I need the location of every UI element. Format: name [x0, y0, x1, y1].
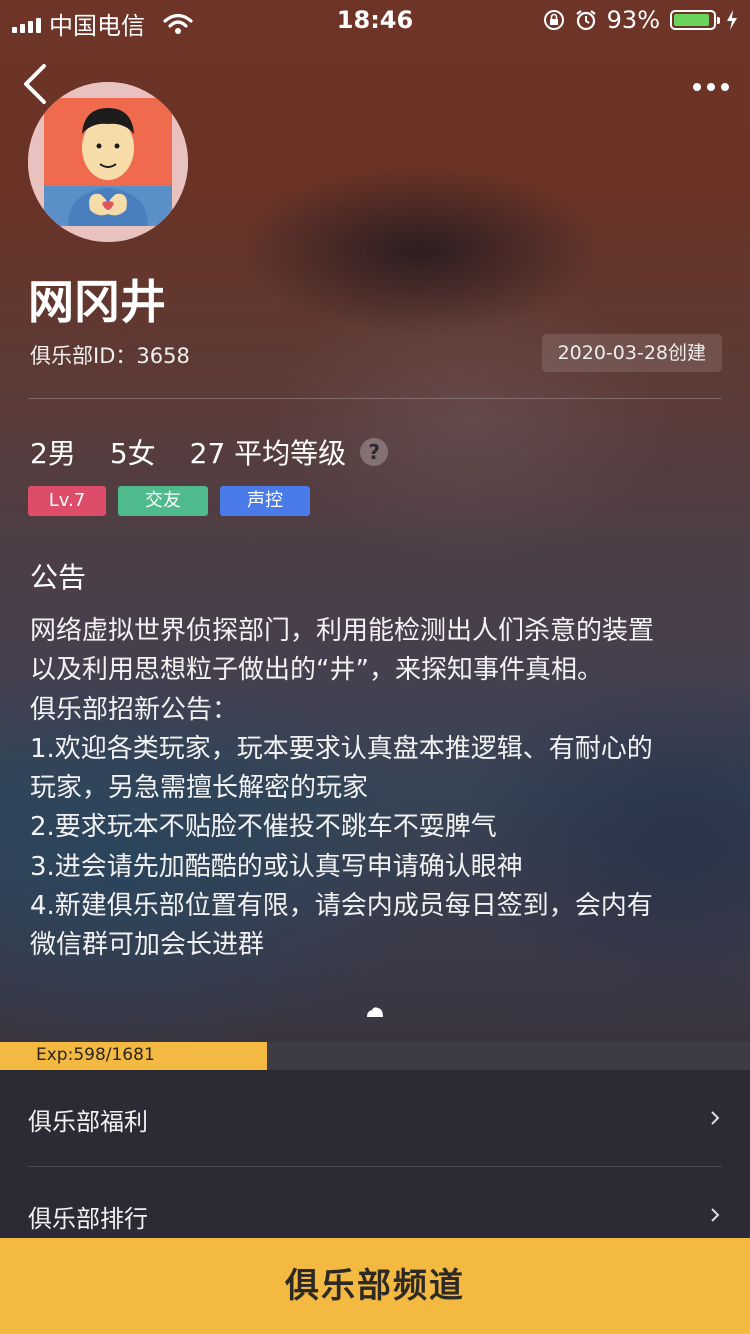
notice-title: 公告 — [30, 561, 87, 594]
menu-item-label: 俱乐部福利 — [28, 1108, 148, 1136]
alarm-icon — [575, 10, 596, 31]
battery-icon — [670, 10, 720, 30]
chevron-left-icon[interactable] — [18, 62, 54, 106]
charging-icon — [727, 10, 737, 30]
male-count: 2男 — [30, 437, 76, 470]
notice-line: 以及利用思想粒子做出的“井”，来探知事件真相。 — [30, 655, 603, 686]
club-name: 网冈井 — [28, 275, 166, 329]
notice-body: 网络虚拟世界侦探部门，利用能检测出人们杀意的装置 以及利用思想粒子做出的“井”，… — [30, 612, 726, 966]
notice-line: 俱乐部招新公告： — [30, 694, 239, 725]
notice-line: 网络虚拟世界侦探部门，利用能检测出人们杀意的装置 — [30, 616, 655, 646]
status-bar: 中国电信 18:46 93% — [0, 0, 750, 40]
exp-progress-bar: Exp:598/1681 — [0, 1042, 750, 1070]
more-dots-icon[interactable] — [690, 76, 732, 98]
notice-line: 玩家，另急需擅长解密的玩家 — [30, 773, 369, 804]
notice-line: 2.要求玩本不贴脸不催投不跳车不耍脾气 — [30, 812, 497, 843]
created-date-badge: 2020-03-28创建 — [541, 334, 722, 372]
notice-line: 1.欢迎各类玩家，玩本要求认真盘本推逻辑、有耐心的 — [30, 733, 653, 764]
notice-line: 4.新建俱乐部位置有限，请会内成员每日签到，会内有 — [30, 891, 653, 922]
divider — [28, 398, 722, 399]
orientation-lock-icon — [543, 10, 564, 30]
chevron-right-icon — [711, 1111, 720, 1125]
chevron-right-icon — [711, 1208, 720, 1222]
club-channel-button[interactable]: 俱乐部频道 — [0, 1238, 750, 1334]
club-id: 俱乐部ID：3658 — [30, 344, 190, 368]
level-tag: Lv.7 — [28, 486, 106, 516]
tag-friends: 交友 — [118, 486, 208, 516]
tag-voice: 声控 — [220, 486, 310, 516]
female-count: 5女 — [109, 437, 156, 470]
club-avatar[interactable] — [28, 82, 188, 242]
collapse-up-icon[interactable] — [365, 1006, 385, 1018]
notice-line: 3.进会请先加酷酷的或认真写申请确认眼神 — [30, 851, 523, 882]
club-tags: Lv.7 交友 声控 — [28, 486, 310, 516]
exp-text: Exp:598/1681 — [36, 1045, 155, 1065]
notice-line: 微信群可加会长进群 — [30, 930, 265, 961]
battery-percent: 93% — [606, 6, 660, 34]
club-menu-list: 俱乐部福利 俱乐部排行 — [0, 1070, 750, 1240]
average-level: 27 平均等级 — [189, 437, 347, 470]
menu-item-club-benefits[interactable]: 俱乐部福利 — [28, 1070, 722, 1166]
menu-item-label: 俱乐部排行 — [28, 1205, 148, 1233]
member-stats: 2男 5女 27 平均等级 ? — [30, 432, 389, 472]
help-icon[interactable]: ? — [360, 438, 389, 466]
